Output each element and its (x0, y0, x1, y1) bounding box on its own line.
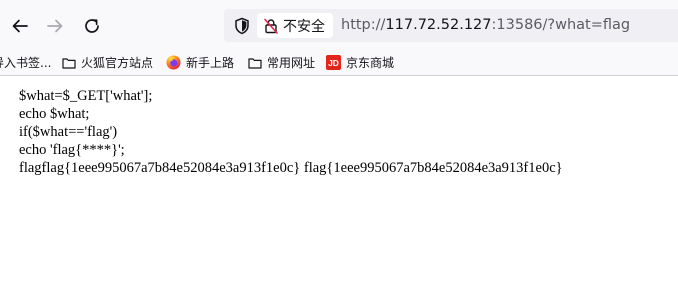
code-line: $what=$_GET['what']; (19, 88, 153, 104)
security-label: 不安全 (283, 18, 325, 35)
bookmark-getting-started[interactable]: 新手上路 (166, 50, 234, 75)
bookmark-label: 京东商城 (346, 56, 395, 70)
folder-icon (248, 57, 262, 69)
url-text[interactable]: http://117.72.52.127:13586/?what=flag (341, 9, 630, 42)
navigation-toolbar: 不安全 http://117.72.52.127:13586/?what=fla… (0, 0, 678, 50)
reload-button[interactable] (78, 12, 106, 40)
firefox-icon (166, 55, 181, 70)
back-button[interactable] (6, 12, 34, 40)
forward-arrow-icon (47, 19, 63, 33)
bookmark-firefox-official[interactable]: 火狐官方站点 (62, 50, 153, 75)
reload-icon (85, 19, 99, 33)
tracking-protection-button[interactable] (230, 14, 254, 38)
jd-icon: JD (326, 55, 341, 70)
bookmark-label: 导入书签... (0, 56, 52, 70)
page-source-text: $what=$_GET['what']; echo $what; if($wha… (19, 87, 563, 177)
flag-output-line: flagflag{1eee995067a7b84e52084e3a913f1e0… (19, 160, 563, 176)
bookmark-common-sites[interactable]: 常用网址 (248, 50, 315, 75)
folder-icon (62, 57, 76, 69)
bookmark-label: 新手上路 (186, 56, 235, 70)
url-host: 117.72.52.127 (385, 17, 492, 33)
bookmark-import[interactable]: 导入书签... (0, 50, 51, 75)
code-line: echo $what; (19, 106, 90, 122)
bookmark-jd-mall[interactable]: JD 京东商城 (326, 50, 394, 75)
url-path: :13586/?what=flag (491, 17, 631, 33)
url-scheme: http:// (341, 17, 386, 33)
insecure-lock-icon (264, 18, 278, 34)
page-content: $what=$_GET['what']; echo $what; if($wha… (0, 76, 678, 307)
bookmark-label: 常用网址 (267, 56, 316, 70)
bookmarks-toolbar: 导入书签... 火狐官方站点 新手上路 常用网址 (0, 50, 678, 75)
svg-text:JD: JD (328, 58, 339, 68)
code-line: if($what=='flag') (19, 124, 118, 140)
shield-icon (235, 17, 249, 35)
address-bar[interactable]: 不安全 http://117.72.52.127:13586/?what=fla… (224, 9, 678, 42)
back-arrow-icon (12, 19, 28, 33)
site-security-indicator[interactable]: 不安全 (257, 13, 333, 38)
code-line: echo 'flag{****}'; (19, 142, 125, 158)
forward-button[interactable] (41, 12, 69, 40)
bookmark-label: 火狐官方站点 (81, 56, 154, 70)
